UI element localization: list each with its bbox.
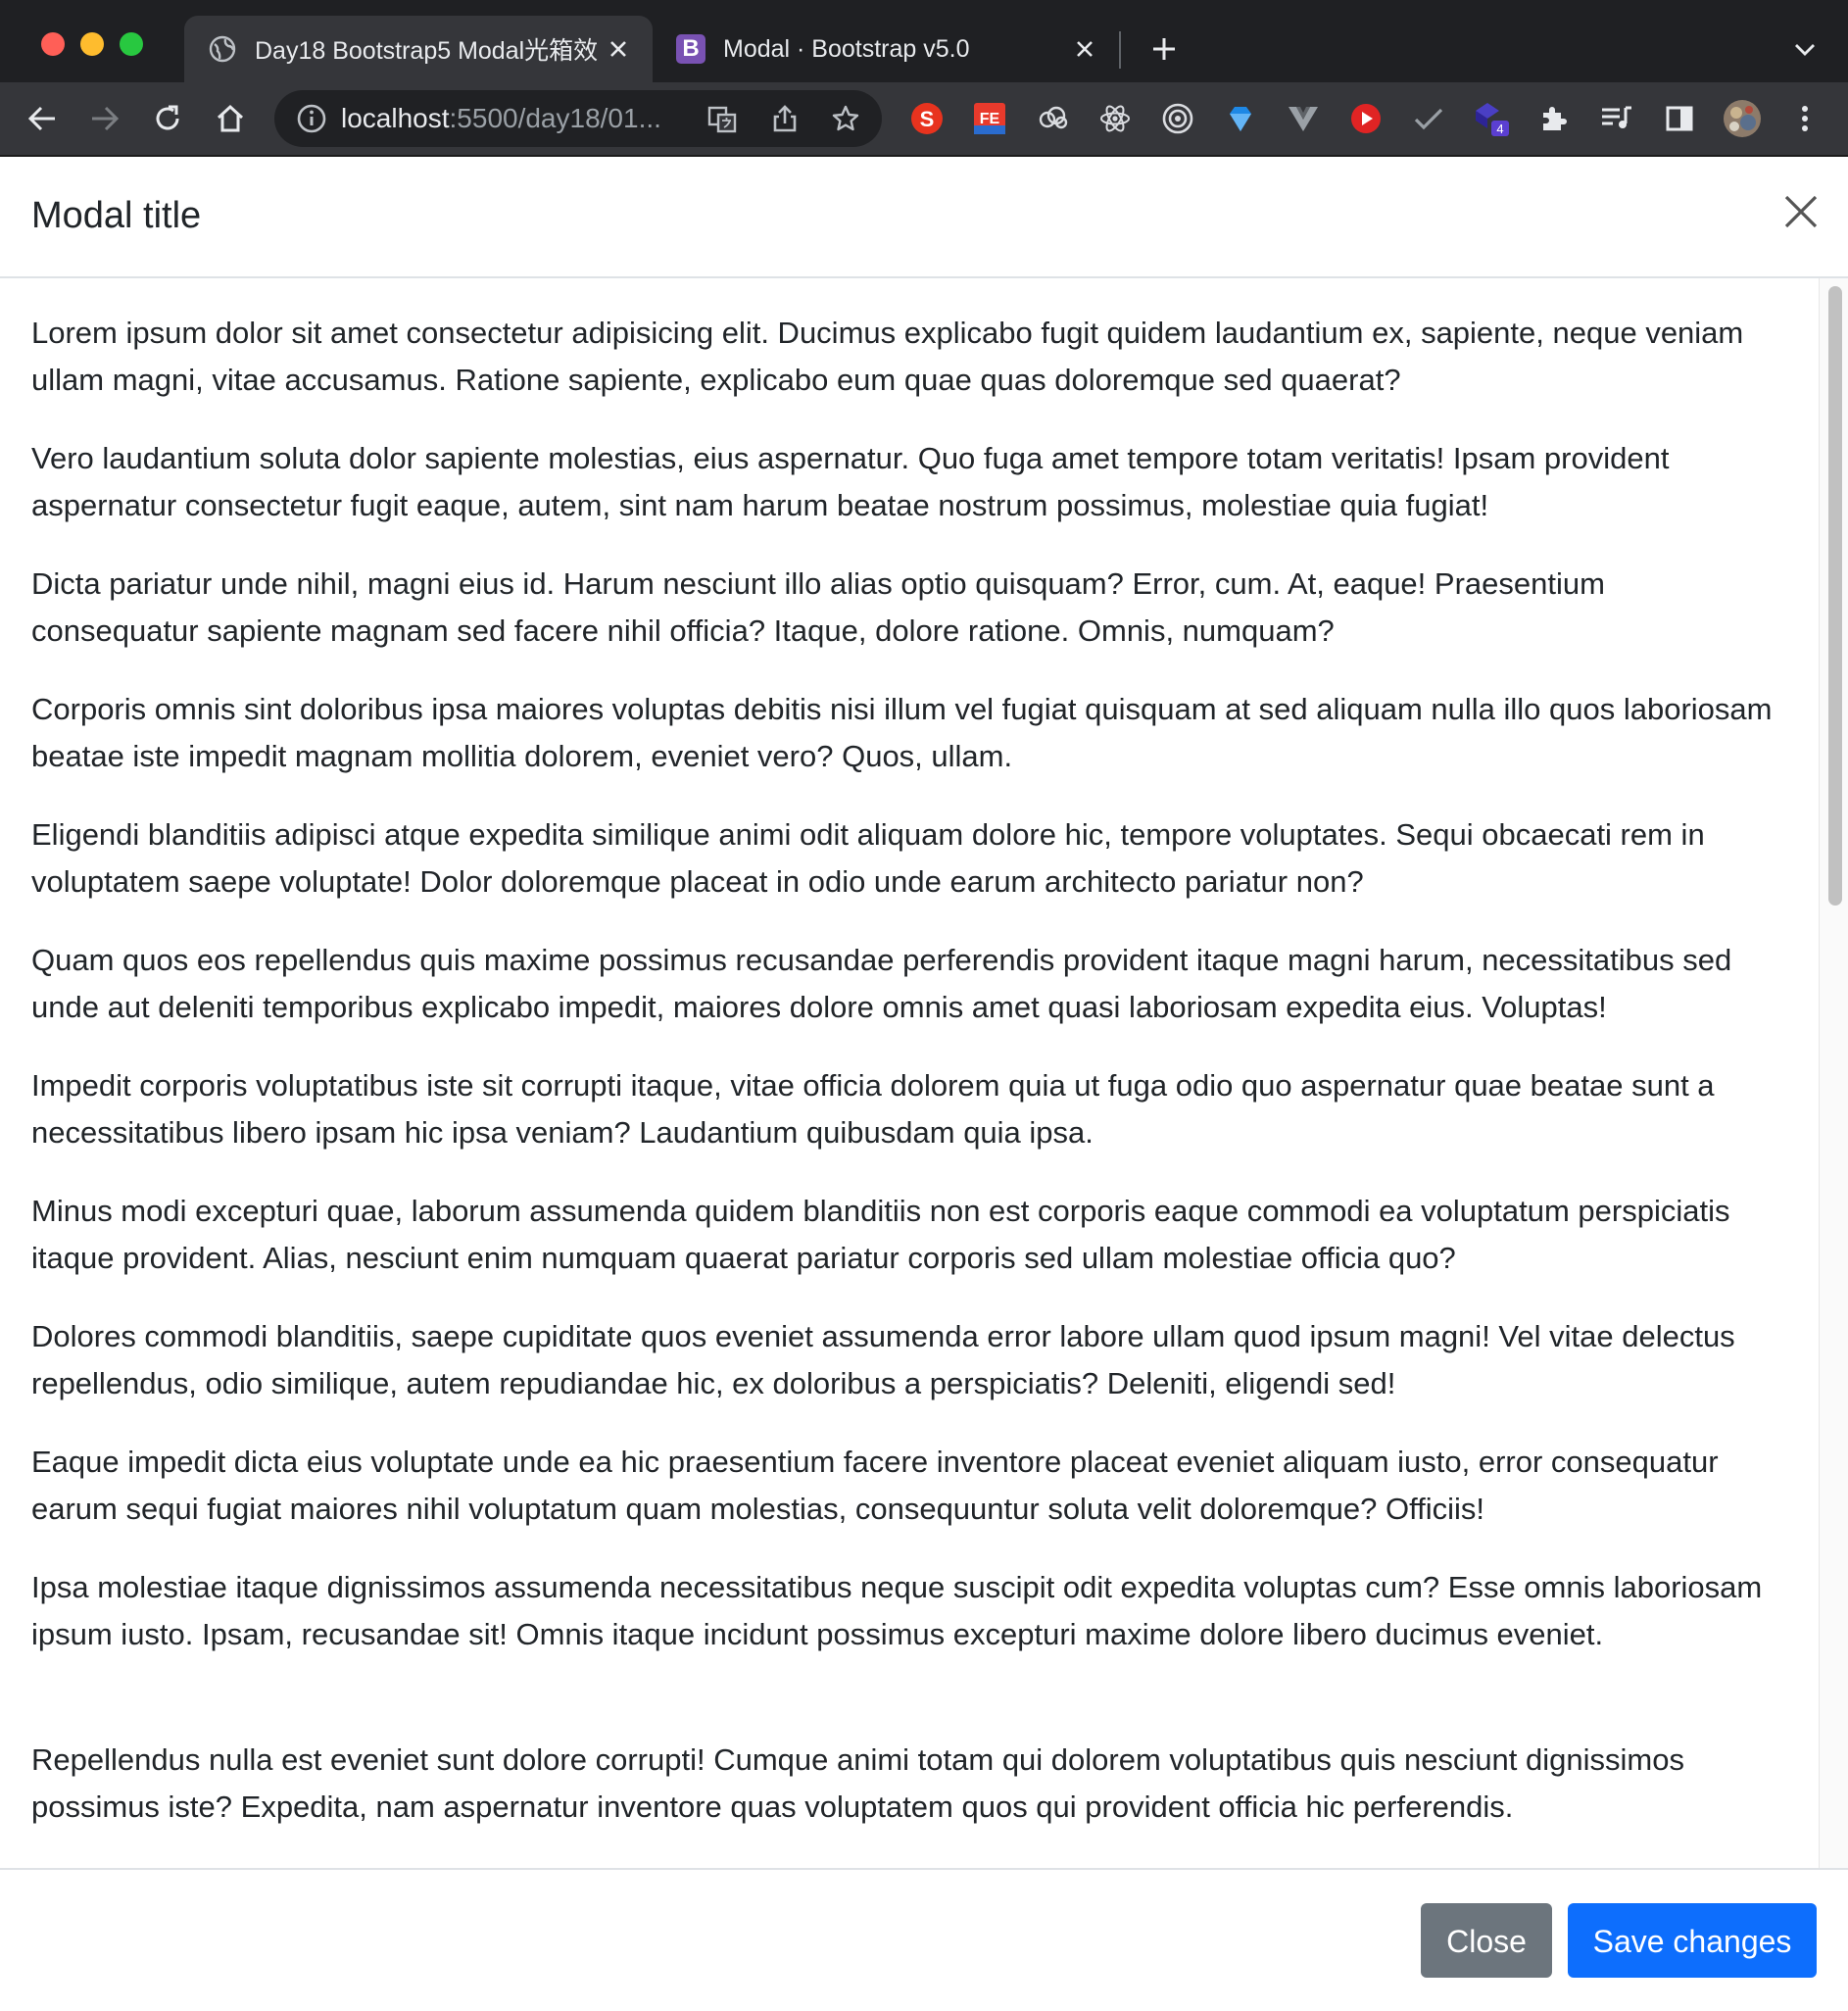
forward-arrow-icon[interactable] xyxy=(82,96,127,141)
tab-close-icon[interactable] xyxy=(1070,34,1099,64)
address-url: localhost:5500/day18/01... xyxy=(341,103,661,133)
modal-body[interactable]: Lorem ipsum dolor sit amet consectetur a… xyxy=(0,278,1819,1868)
window-minimize-button[interactable] xyxy=(80,32,104,56)
extension-cloud-icon[interactable] xyxy=(1031,97,1074,140)
translate-icon[interactable] xyxy=(705,102,739,135)
modal-title: Modal title xyxy=(31,195,202,236)
tab-search-chevron-down-icon[interactable] xyxy=(1785,33,1824,67)
browser-tab-inactive[interactable]: B Modal · Bootstrap v5.0 xyxy=(653,16,1119,82)
browser-toolbar: localhost:5500/day18/01... S FE 4 xyxy=(0,82,1848,155)
modal-paragraph: Impedit corporis voluptatibus iste sit c… xyxy=(31,1068,1715,1150)
modal-paragraph: Ipsa molestiae itaque dignissimos assume… xyxy=(31,1570,1763,1651)
modal-paragraph: Quam quos eos repellendus quis maxime po… xyxy=(31,943,1732,1024)
tab-title: Day18 Bootstrap5 Modal光箱效 xyxy=(255,37,599,65)
scrollbar-thumb[interactable] xyxy=(1828,286,1842,906)
tab-title: Modal · Bootstrap v5.0 xyxy=(723,34,970,63)
extension-play-icon[interactable] xyxy=(1344,97,1387,140)
profile-avatar[interactable] xyxy=(1721,97,1764,140)
share-icon[interactable] xyxy=(768,102,802,135)
modal-paragraph: Eligendi blanditiis adipisci atque exped… xyxy=(31,817,1705,899)
extension-vue-v-icon[interactable] xyxy=(1282,97,1325,140)
close-button[interactable]: Close xyxy=(1421,1903,1552,1978)
modal-paragraph: Eaque impedit dicta eius voluptate unde … xyxy=(31,1445,1719,1526)
svg-text:S: S xyxy=(920,107,935,131)
modal-close-icon[interactable] xyxy=(1781,192,1821,231)
browser-tab-active[interactable]: Day18 Bootstrap5 Modal光箱效 xyxy=(184,16,653,82)
extensions-puzzle-icon[interactable] xyxy=(1532,97,1576,140)
modal-paragraph: Repellendus nulla est eveniet sunt dolor… xyxy=(31,1742,1684,1824)
new-tab-plus-icon[interactable] xyxy=(1144,29,1184,69)
extension-target-icon[interactable] xyxy=(1156,97,1199,140)
extension-checkmark-icon[interactable] xyxy=(1407,97,1450,140)
browser-menu-kebab-icon[interactable] xyxy=(1783,97,1826,140)
side-panel-icon[interactable] xyxy=(1658,97,1701,140)
address-bar[interactable]: localhost:5500/day18/01... xyxy=(274,90,882,147)
modal-paragraph: Dicta pariatur unde nihil, magni eius id… xyxy=(31,566,1605,648)
modal-paragraph: Corporis omnis sint doloribus ipsa maior… xyxy=(31,692,1773,773)
site-info-icon[interactable] xyxy=(296,103,327,134)
media-queue-icon[interactable] xyxy=(1595,97,1638,140)
modal-body-scrollbar[interactable] xyxy=(1819,278,1848,1868)
extension-badge-count: 4 xyxy=(1496,122,1503,136)
window-zoom-button[interactable] xyxy=(120,32,143,56)
tab-divider xyxy=(1119,31,1121,69)
bootstrap-icon: B xyxy=(676,34,705,64)
modal-paragraph: Vero laudantium soluta dolor sapiente mo… xyxy=(31,441,1670,522)
home-icon[interactable] xyxy=(208,96,253,141)
extension-fe-icon[interactable]: FE xyxy=(968,97,1011,140)
browser-tab-strip: Day18 Bootstrap5 Modal光箱效 B Modal · Boot… xyxy=(0,0,1848,82)
back-arrow-icon[interactable] xyxy=(20,96,65,141)
extension-react-atom-icon[interactable] xyxy=(1094,97,1137,140)
bookmark-star-icon[interactable] xyxy=(829,102,862,135)
globe-icon xyxy=(208,34,237,64)
modal-paragraph: Dolores commodi blanditiis, saepe cupidi… xyxy=(31,1319,1735,1400)
svg-text:FE: FE xyxy=(980,111,1000,127)
reload-icon[interactable] xyxy=(145,96,190,141)
modal-paragraph: Minus modi excepturi quae, laborum assum… xyxy=(31,1194,1730,1275)
extension-red-s-icon[interactable]: S xyxy=(905,97,948,140)
save-changes-button[interactable]: Save changes xyxy=(1568,1903,1817,1978)
modal-header: Modal title xyxy=(0,157,1848,278)
tab-close-icon[interactable] xyxy=(604,34,633,64)
window-close-button[interactable] xyxy=(41,32,65,56)
modal-paragraph: Lorem ipsum dolor sit amet consectetur a… xyxy=(31,316,1744,397)
modal-footer: Close Save changes xyxy=(0,1868,1848,2011)
extension-cube-icon[interactable]: 4 xyxy=(1470,97,1513,140)
extension-gem-icon[interactable] xyxy=(1219,97,1262,140)
